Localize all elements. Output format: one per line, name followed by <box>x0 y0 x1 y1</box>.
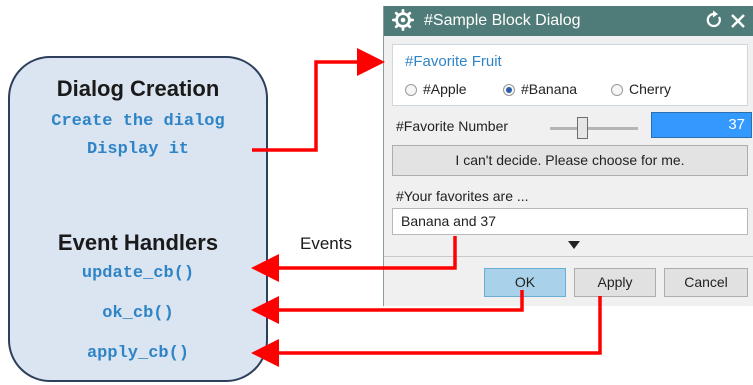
ok-event-arrow <box>251 290 524 324</box>
update-event-arrow <box>251 236 457 282</box>
display-dialog-arrow <box>252 48 385 152</box>
flow-arrows <box>251 48 602 367</box>
apply-event-arrow <box>251 296 602 367</box>
